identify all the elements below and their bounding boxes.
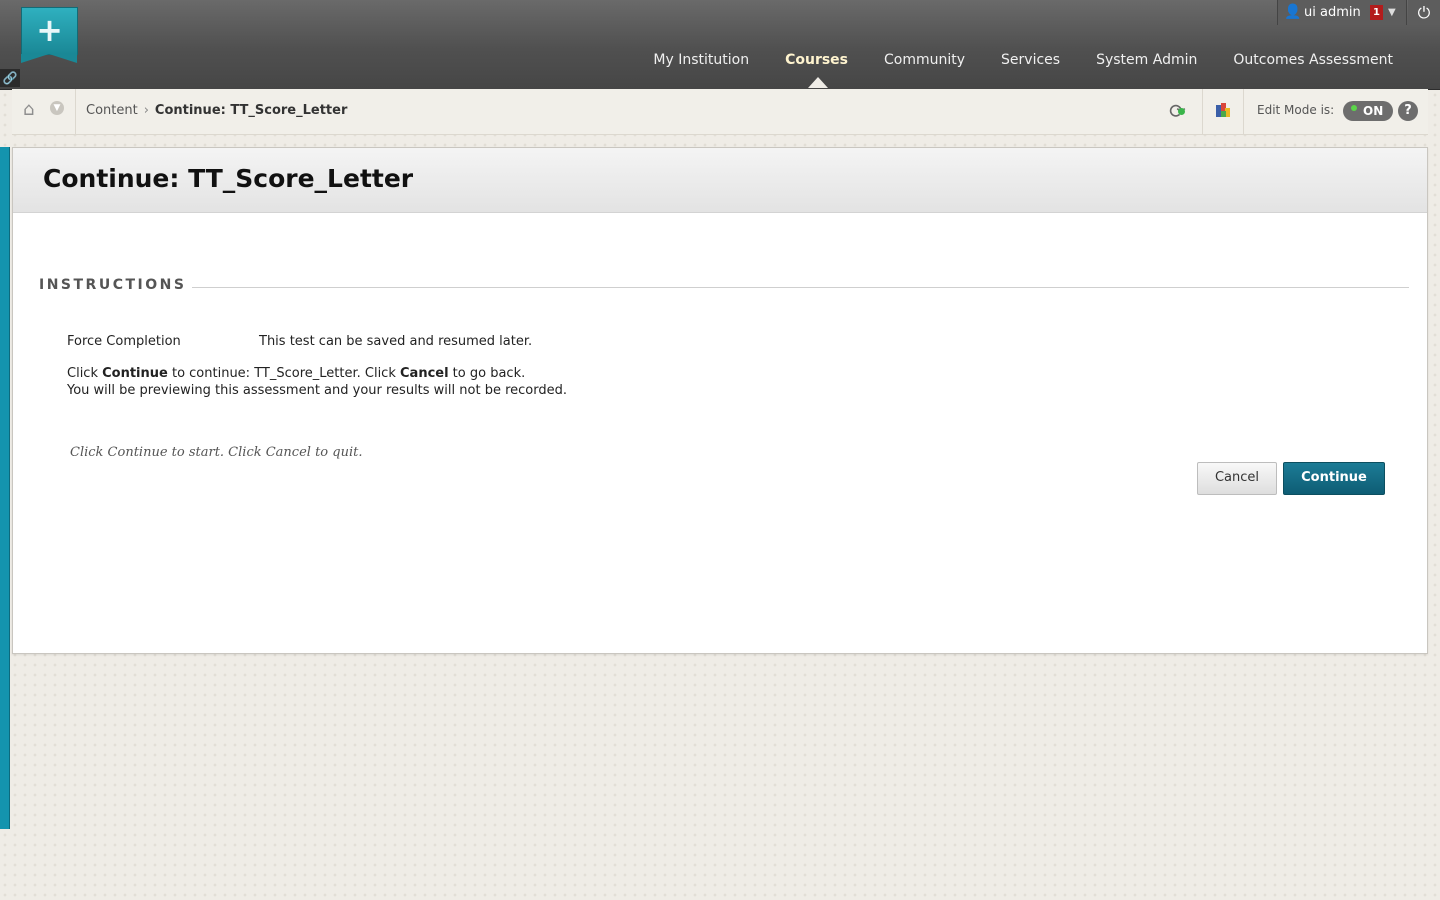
user-menu[interactable]: 👤 ui admin 1 ▼: [1277, 0, 1407, 25]
link-icon[interactable]: 🔗: [0, 69, 20, 87]
force-completion-value: This test can be saved and resumed later…: [259, 334, 533, 349]
help-icon[interactable]: ?: [1398, 101, 1418, 121]
cancel-keyword: Cancel: [400, 366, 449, 381]
breadcrumb-bar: ⌂ ▼ Content›Continue: TT_Score_Letter ⟳ …: [12, 89, 1428, 135]
breadcrumb-separator: ›: [143, 103, 149, 118]
user-name: ui admin: [1304, 5, 1361, 20]
instruction-line-1: Click Continue to continue: TT_Score_Let…: [67, 366, 525, 381]
breadcrumb-icons: ⌂ ▼: [12, 89, 76, 134]
section-title: INSTRUCTIONS: [39, 277, 187, 293]
nav-courses[interactable]: Courses: [785, 52, 848, 68]
start-hint: Click Continue to start. Click Cancel to…: [70, 445, 363, 460]
active-nav-pointer: [808, 77, 828, 88]
nav-system-admin[interactable]: System Admin: [1096, 52, 1197, 68]
caret-down-icon[interactable]: ▼: [1388, 0, 1396, 25]
breadcrumb-item-current: Continue: TT_Score_Letter: [154, 103, 348, 118]
force-completion-label: Force Completion: [67, 334, 181, 349]
chevron-down-icon[interactable]: ▼: [50, 101, 64, 115]
student-preview-icon[interactable]: ⟳: [1169, 100, 1195, 122]
breadcrumb-item-content[interactable]: Content: [86, 103, 138, 118]
main-nav: My Institution Courses Community Service…: [653, 52, 1393, 68]
color-palette-icon[interactable]: [1215, 102, 1231, 118]
edit-mode-led: [1351, 105, 1357, 111]
user-icon: 👤: [1284, 4, 1302, 20]
breadcrumb: Content › Continue: TT_Score_Letter: [86, 103, 347, 118]
cancel-button[interactable]: Cancel: [1197, 462, 1277, 495]
instruction-line-2: You will be previewing this assessment a…: [67, 383, 567, 398]
divider: [1243, 89, 1244, 134]
content-panel: Continue: TT_Score_Letter INSTRUCTIONS F…: [12, 147, 1428, 654]
continue-button[interactable]: Continue: [1283, 462, 1385, 495]
nav-outcomes-assessment[interactable]: Outcomes Assessment: [1233, 52, 1393, 68]
nav-my-institution[interactable]: My Institution: [653, 52, 749, 68]
continue-keyword: Continue: [102, 366, 168, 381]
divider: [1202, 89, 1203, 134]
course-menu-toggle-strip[interactable]: [0, 147, 10, 829]
notification-badge[interactable]: 1: [1370, 5, 1383, 20]
logo-glyph: +: [36, 11, 63, 49]
instruction-text: Click: [67, 366, 103, 381]
student-preview-dot: [1178, 108, 1185, 115]
nav-community[interactable]: Community: [884, 52, 965, 68]
instruction-text: to go back.: [448, 366, 526, 381]
edit-mode-state: ON: [1363, 104, 1384, 118]
home-icon[interactable]: ⌂: [23, 99, 34, 120]
page-header: Continue: TT_Score_Letter: [13, 148, 1427, 213]
page-title: Continue: TT_Score_Letter: [43, 164, 414, 193]
logo-plus-icon[interactable]: +: [21, 7, 78, 63]
edit-mode-label: Edit Mode is:: [1257, 103, 1335, 117]
nav-services[interactable]: Services: [1001, 52, 1060, 68]
instruction-text: to continue: TT_Score_Letter. Click: [167, 366, 400, 381]
power-icon[interactable]: ⏻: [1408, 0, 1440, 25]
section-divider: [192, 287, 1409, 288]
top-header: + 🔗 👤 ui admin 1 ▼ ⏻ My Institution Cour…: [0, 0, 1440, 89]
edit-mode-toggle[interactable]: ON: [1343, 101, 1393, 121]
